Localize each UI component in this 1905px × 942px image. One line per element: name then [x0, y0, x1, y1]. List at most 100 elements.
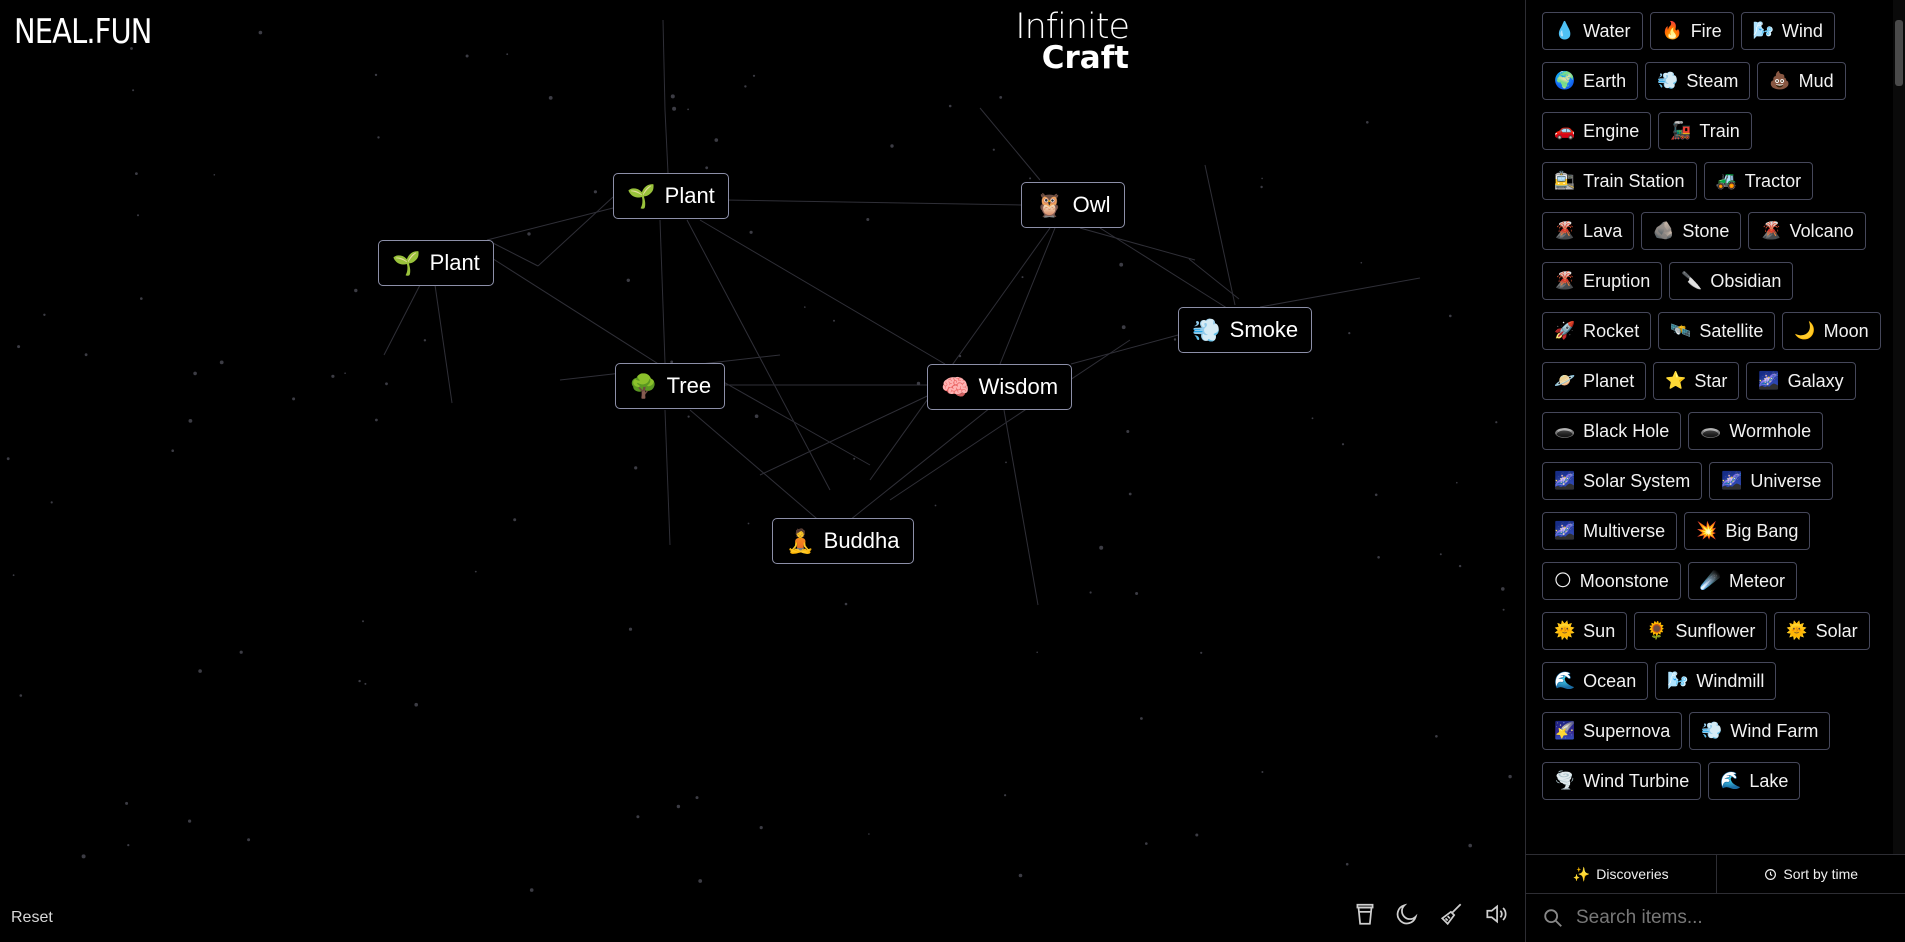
sidebar-item-water[interactable]: 💧 Water [1542, 12, 1643, 50]
item-emoji-icon: 🕳️ [1554, 421, 1576, 440]
speaker-icon[interactable] [1482, 900, 1510, 928]
item-emoji-icon: 💥 [1696, 521, 1718, 540]
sidebar-item-train-station[interactable]: 🚉 Train Station [1542, 162, 1697, 200]
canvas-item-plant[interactable]: 🌱 Plant [613, 173, 729, 219]
canvas-item-plant[interactable]: 🌱 Plant [378, 240, 494, 286]
sidebar-item-meteor[interactable]: ☄️ Meteor [1687, 562, 1797, 600]
sidebar-item-fire[interactable]: 🔥 Fire [1649, 12, 1734, 50]
sidebar-item-label: Volcano [1789, 220, 1854, 241]
reset-button[interactable]: Reset [11, 909, 53, 927]
item-emoji-icon: 🌙 [1794, 321, 1816, 340]
item-emoji-icon: 🕳️ [1700, 421, 1722, 440]
item-emoji-icon: 🪐 [1554, 371, 1576, 390]
sidebar-item-eruption[interactable]: 🌋 Eruption [1542, 262, 1663, 300]
sidebar-item-label: Solar [1815, 620, 1858, 641]
sidebar-item-steam[interactable]: 💨 Steam [1645, 62, 1751, 100]
sidebar-item-label: Moon [1823, 320, 1869, 341]
canvas-item-owl[interactable]: 🦉 Owl [1021, 182, 1125, 228]
sidebar-item-volcano[interactable]: 🌋 Volcano [1748, 212, 1866, 250]
item-emoji-icon: 🚂 [1670, 121, 1692, 140]
item-emoji-icon: 🌋 [1554, 221, 1576, 240]
clock-icon [1765, 868, 1777, 880]
sidebar-item-obsidian[interactable]: 🔪 Obsidian [1669, 262, 1794, 300]
canvas-item-wisdom[interactable]: 🧠 Wisdom [927, 364, 1073, 410]
connection-lines [6, 19, 1512, 892]
sidebar-item-label: Lake [1749, 770, 1789, 791]
sidebar-item-label: Rocket [1583, 320, 1640, 341]
sidebar-item-satellite[interactable]: 🛰️ Satellite [1658, 312, 1776, 350]
sidebar-item-rocket[interactable]: 🚀 Rocket [1542, 312, 1652, 350]
canvas-item-label: Owl [1072, 192, 1111, 217]
sidebar-item-label: Multiverse [1583, 520, 1666, 541]
item-emoji-icon: 🌠 [1554, 721, 1576, 740]
sidebar-item-windmill[interactable]: 🌬️ Windmill [1655, 662, 1777, 700]
sidebar-item-supernova[interactable]: 🌠 Supernova [1542, 712, 1683, 750]
item-emoji-icon: ⭐ [1665, 371, 1687, 390]
sidebar-item-label: Galaxy [1787, 370, 1844, 391]
sidebar-item-label: Sunflower [1675, 620, 1756, 641]
item-emoji-icon: 🌪️ [1554, 771, 1576, 790]
item-emoji-icon: 🌌 [1554, 521, 1576, 540]
sidebar-item-mud[interactable]: 💩 Mud [1757, 62, 1846, 100]
crafting-canvas[interactable]: NEAL.FUN Infinite Craft 🌱 Plant 🌱 Plant … [0, 0, 1525, 942]
sidebar-item-moon[interactable]: 🌙 Moon [1782, 312, 1881, 350]
item-emoji-icon: 🌞 [1786, 621, 1808, 640]
sidebar-item-label: Lava [1583, 220, 1623, 241]
sidebar-item-label: Fire [1690, 20, 1722, 41]
sidebar-scrollbar[interactable] [1893, 0, 1905, 854]
sidebar-item-label: Wind Turbine [1583, 770, 1690, 791]
item-emoji-icon: 🌞 [1554, 621, 1576, 640]
sidebar-item-label: Tractor [1744, 170, 1802, 191]
items-list[interactable]: 💧 Water 🔥 Fire 🌬️ Wind 🌍 Earth 💨 Steam 💩 Mud 🚗 Engine… [1526, 0, 1894, 854]
search-bar [1526, 893, 1905, 942]
sidebar-item-sunflower[interactable]: 🌻 Sunflower [1634, 612, 1768, 650]
sidebar-item-multiverse[interactable]: 🌌 Multiverse [1542, 512, 1678, 550]
item-emoji-icon: 💧 [1554, 21, 1576, 40]
sidebar-item-label: Solar System [1583, 470, 1691, 491]
scrollbar-thumb[interactable] [1895, 20, 1903, 86]
sidebar-item-label: Wind [1781, 20, 1823, 41]
canvas-item-tree[interactable]: 🌳 Tree [615, 363, 726, 409]
sidebar-item-lava[interactable]: 🌋 Lava [1542, 212, 1635, 250]
sidebar-item-solar-system[interactable]: 🌌 Solar System [1542, 462, 1703, 500]
sidebar-item-moonstone[interactable]: 🌕 Moonstone [1542, 562, 1681, 600]
sidebar-item-planet[interactable]: 🪐 Planet [1542, 362, 1647, 400]
sort-by-time-button[interactable]: Sort by time [1717, 855, 1905, 893]
sidebar-item-lake[interactable]: 🌊 Lake [1708, 762, 1801, 800]
item-emoji-icon: 🌌 [1554, 471, 1576, 490]
sidebar-item-ocean[interactable]: 🌊 Ocean [1542, 662, 1649, 700]
sidebar-item-engine[interactable]: 🚗 Engine [1542, 112, 1652, 150]
sidebar-item-label: Steam [1686, 70, 1739, 91]
meditation-icon: 🧘 [786, 527, 815, 554]
sidebar-item-black-hole[interactable]: 🕳️ Black Hole [1542, 412, 1682, 450]
sidebar-item-sun[interactable]: 🌞 Sun [1542, 612, 1628, 650]
item-emoji-icon: 💨 [1701, 721, 1723, 740]
canvas-item-smoke[interactable]: 💨 Smoke [1178, 307, 1313, 353]
sidebar-item-earth[interactable]: 🌍 Earth [1542, 62, 1639, 100]
sidebar-item-wind[interactable]: 🌬️ Wind [1740, 12, 1835, 50]
item-emoji-icon: 🚜 [1715, 171, 1737, 190]
discoveries-button[interactable]: ✨ Discoveries [1526, 855, 1717, 893]
sidebar-item-big-bang[interactable]: 💥 Big Bang [1684, 512, 1811, 550]
item-emoji-icon: ☄️ [1699, 571, 1721, 590]
sidebar-item-stone[interactable]: 🪨 Stone [1641, 212, 1742, 250]
sparkles-icon: ✨ [1572, 865, 1591, 882]
sidebar-item-wormhole[interactable]: 🕳️ Wormhole [1688, 412, 1824, 450]
canvas-item-label: Plant [664, 183, 715, 208]
item-emoji-icon: 🌋 [1760, 221, 1782, 240]
sidebar-item-label: Train Station [1583, 170, 1685, 191]
coffee-cup-icon[interactable] [1351, 900, 1379, 928]
canvas-item-buddha[interactable]: 🧘 Buddha [772, 518, 914, 564]
sidebar-item-solar[interactable]: 🌞 Solar [1774, 612, 1870, 650]
sidebar-item-star[interactable]: ⭐ Star [1653, 362, 1740, 400]
sidebar-item-train[interactable]: 🚂 Train [1658, 112, 1752, 150]
sidebar-item-tractor[interactable]: 🚜 Tractor [1703, 162, 1814, 200]
neal-fun-logo[interactable]: NEAL.FUN [14, 12, 152, 52]
sidebar-item-wind-farm[interactable]: 💨 Wind Farm [1689, 712, 1831, 750]
broom-icon[interactable] [1438, 900, 1466, 928]
sidebar-item-galaxy[interactable]: 🌌 Galaxy [1746, 362, 1856, 400]
search-input[interactable] [1574, 905, 1898, 930]
sidebar-item-wind-turbine[interactable]: 🌪️ Wind Turbine [1542, 762, 1702, 800]
sidebar-item-universe[interactable]: 🌌 Universe [1709, 462, 1834, 500]
moon-icon[interactable] [1393, 900, 1421, 928]
